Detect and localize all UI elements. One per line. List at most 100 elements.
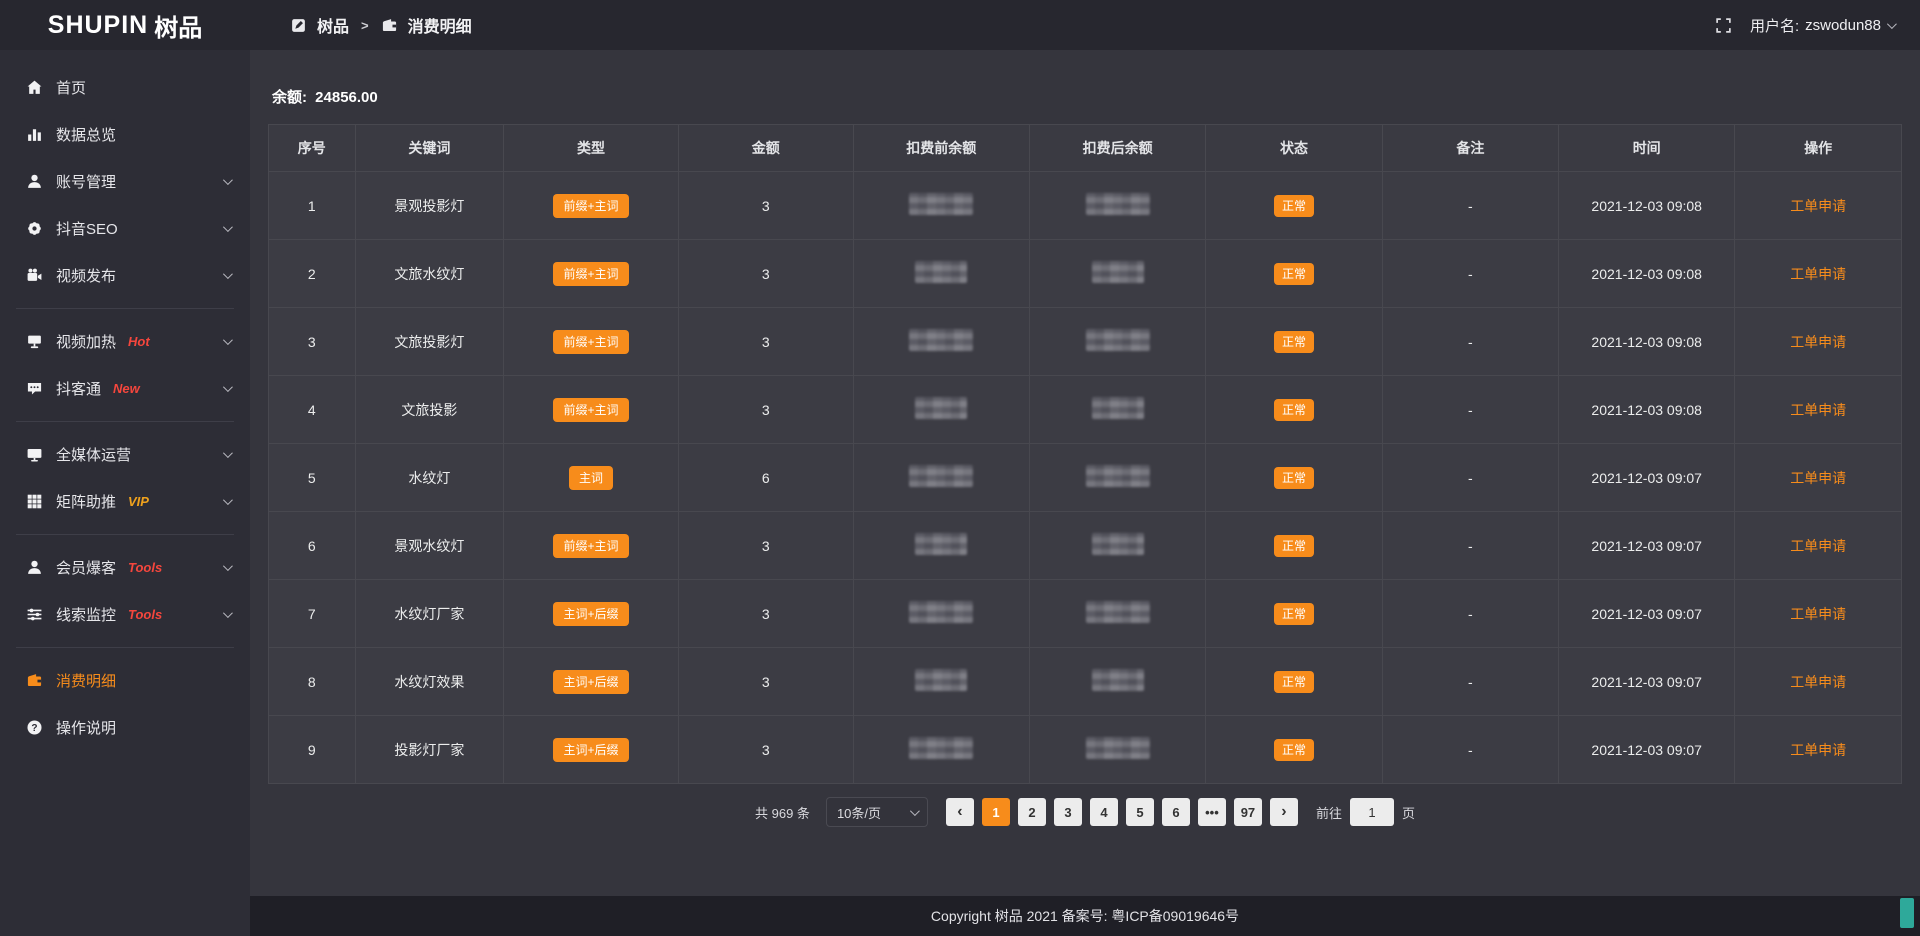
page-size-select[interactable]: 10条/页	[826, 797, 928, 827]
chevron-down-icon	[223, 382, 233, 392]
username-value: zswodun88	[1805, 17, 1881, 34]
vip-badge: VIP	[128, 494, 149, 509]
cell-index: 5	[269, 444, 356, 512]
billboard-icon	[26, 333, 43, 350]
sidebar-item-label: 抖音SEO	[56, 218, 118, 239]
status-badge: 正常	[1274, 535, 1314, 557]
page-button-6[interactable]: 6	[1162, 798, 1190, 826]
breadcrumb-separator: >	[361, 18, 369, 33]
type-badge: 主词+后缀	[553, 670, 628, 694]
work-order-link[interactable]: 工单申请	[1790, 538, 1846, 554]
masked-value	[909, 193, 973, 215]
sidebar-item-douyin-seo[interactable]: 抖音SEO	[0, 205, 250, 252]
page-button-3[interactable]: 3	[1054, 798, 1082, 826]
cell-action: 工单申请	[1735, 648, 1902, 716]
question-circle-icon: ?	[26, 719, 43, 736]
sidebar-item-help[interactable]: ? 操作说明	[0, 704, 250, 751]
jump-page-input[interactable]	[1350, 798, 1394, 826]
sidebar-item-video-publish[interactable]: 视频发布	[0, 252, 250, 299]
fullscreen-icon[interactable]	[1715, 17, 1732, 34]
brand-logo[interactable]: SHUPIN 树品	[0, 0, 250, 50]
cell-type: 主词	[504, 444, 679, 512]
sidebar-item-all-media[interactable]: 全媒体运营	[0, 431, 250, 478]
sidebar-item-consumption-detail[interactable]: 消费明细	[0, 657, 250, 704]
next-page-button[interactable]: ›	[1270, 798, 1298, 826]
page-jump: 前往 页	[1316, 798, 1415, 826]
masked-value	[909, 465, 973, 487]
header-index: 序号	[269, 125, 356, 172]
top-bar: SHUPIN 树品 树品 > 消费明细 用户名: zswodun88	[0, 0, 1920, 50]
table-row: 7 水纹灯厂家 主词+后缀 3 正常 - 2021-12-03 09:07 工单…	[269, 580, 1902, 648]
cell-time: 2021-12-03 09:07	[1559, 580, 1735, 648]
floating-widget[interactable]	[1900, 898, 1914, 928]
masked-value	[1092, 669, 1144, 691]
home-icon	[26, 79, 43, 96]
masked-value	[915, 533, 967, 555]
type-badge: 前缀+主词	[553, 262, 628, 286]
page-button-97[interactable]: 97	[1234, 798, 1262, 826]
sidebar-item-leads-monitor[interactable]: 线索监控 Tools	[0, 591, 250, 638]
chevron-down-icon	[223, 222, 233, 232]
header-status: 状态	[1206, 125, 1382, 172]
balance-line: 余额: 24856.00	[268, 86, 1902, 107]
prev-page-button[interactable]: ‹	[946, 798, 974, 826]
sidebar-item-account[interactable]: 账号管理	[0, 158, 250, 205]
cell-balance-before	[853, 580, 1029, 648]
page-button-5[interactable]: 5	[1126, 798, 1154, 826]
sidebar-item-home[interactable]: 首页	[0, 64, 250, 111]
sidebar-item-data-overview[interactable]: 数据总览	[0, 111, 250, 158]
work-order-link[interactable]: 工单申请	[1790, 334, 1846, 350]
sidebar-item-label: 账号管理	[56, 171, 116, 192]
work-order-link[interactable]: 工单申请	[1790, 470, 1846, 486]
cell-action: 工单申请	[1735, 172, 1902, 240]
work-order-link[interactable]: 工单申请	[1790, 266, 1846, 282]
cell-type: 前缀+主词	[504, 376, 679, 444]
status-badge: 正常	[1274, 263, 1314, 285]
status-badge: 正常	[1274, 195, 1314, 217]
sidebar-item-label: 视频发布	[56, 265, 116, 286]
cell-keyword: 文旅投影	[355, 376, 504, 444]
cell-balance-before	[853, 648, 1029, 716]
table-row: 4 文旅投影 前缀+主词 3 正常 - 2021-12-03 09:08 工单申…	[269, 376, 1902, 444]
sidebar-item-label: 数据总览	[56, 124, 116, 145]
page-button-1[interactable]: 1	[982, 798, 1010, 826]
work-order-link[interactable]: 工单申请	[1790, 742, 1846, 758]
user-menu[interactable]: 用户名: zswodun88	[1750, 15, 1894, 36]
cell-remark: -	[1382, 580, 1558, 648]
cell-amount: 3	[678, 308, 853, 376]
jump-suffix: 页	[1402, 803, 1415, 822]
sidebar-item-douketong[interactable]: 抖客通 New	[0, 365, 250, 412]
cell-amount: 3	[678, 240, 853, 308]
page-button-2[interactable]: 2	[1018, 798, 1046, 826]
chevron-down-icon	[223, 561, 233, 571]
page-more-button[interactable]: •••	[1198, 798, 1226, 826]
copyright-text: Copyright 树品 2021 备案号: 粤ICP备09019646号	[931, 906, 1239, 926]
work-order-link[interactable]: 工单申请	[1790, 606, 1846, 622]
gear-icon	[26, 220, 43, 237]
cell-time: 2021-12-03 09:07	[1559, 648, 1735, 716]
status-badge: 正常	[1274, 603, 1314, 625]
cell-status: 正常	[1206, 648, 1382, 716]
cell-remark: -	[1382, 512, 1558, 580]
sliders-icon	[26, 606, 43, 623]
page-button-4[interactable]: 4	[1090, 798, 1118, 826]
cell-index: 3	[269, 308, 356, 376]
work-order-link[interactable]: 工单申请	[1790, 198, 1846, 214]
work-order-link[interactable]: 工单申请	[1790, 402, 1846, 418]
table-row: 3 文旅投影灯 前缀+主词 3 正常 - 2021-12-03 09:08 工单…	[269, 308, 1902, 376]
cell-balance-after	[1029, 376, 1205, 444]
work-order-link[interactable]: 工单申请	[1790, 674, 1846, 690]
sidebar-item-label: 抖客通	[56, 378, 101, 399]
sidebar-item-label: 消费明细	[56, 670, 116, 691]
new-badge: New	[113, 381, 140, 396]
sidebar-item-member-burst[interactable]: 会员爆客 Tools	[0, 544, 250, 591]
cell-status: 正常	[1206, 308, 1382, 376]
cell-status: 正常	[1206, 580, 1382, 648]
sidebar-item-matrix-boost[interactable]: 矩阵助推 VIP	[0, 478, 250, 525]
page: SHUPIN 树品 树品 > 消费明细 用户名: zswodun88	[0, 0, 1920, 936]
masked-value	[1086, 193, 1150, 215]
sidebar-item-label: 矩阵助推	[56, 491, 116, 512]
tools-badge: Tools	[128, 607, 162, 622]
sidebar-item-video-heat[interactable]: 视频加热 Hot	[0, 318, 250, 365]
breadcrumb-root[interactable]: 树品	[317, 13, 349, 37]
